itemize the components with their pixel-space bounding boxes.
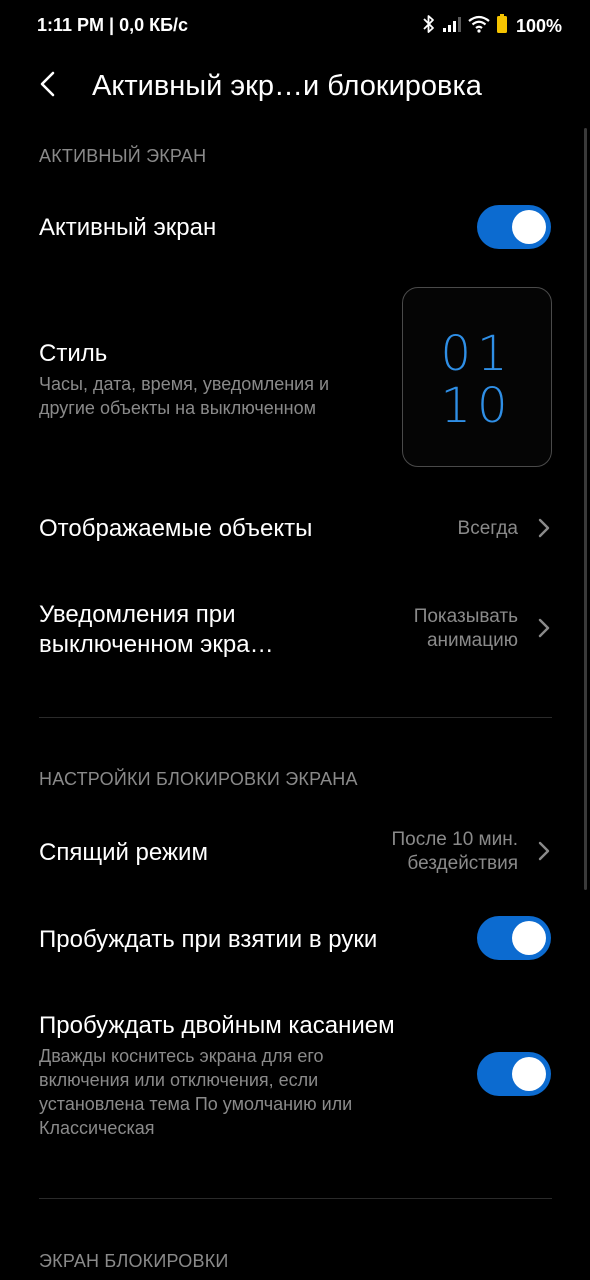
section-header-lock-settings: НАСТРОЙКИ БЛОКИРОВКИ ЭКРАНА — [39, 769, 358, 789]
aod-notifications-value-line2: анимацию — [426, 630, 518, 651]
back-arrow-icon — [38, 70, 58, 103]
aod-notifications-value-line1: Показывать — [413, 606, 518, 627]
double-tap-subtitle-line1: Дважды коснитесь экрана для его — [39, 1046, 324, 1066]
cellular-signal-icon — [442, 15, 462, 38]
page-title: Активный экр…и блокировка — [92, 70, 482, 102]
raise-to-wake-title: Пробуждать при взятии в руки — [39, 926, 378, 953]
chevron-right-icon — [538, 841, 550, 861]
double-tap-title: Пробуждать двойным касанием — [39, 1012, 395, 1039]
sleep-title: Спящий режим — [39, 839, 208, 866]
bluetooth-icon — [422, 14, 436, 39]
settings-screen: 1:11 PM | 0,0 КБ/с 100% Активный экр…и б… — [0, 0, 590, 1280]
section-divider — [39, 1198, 552, 1199]
toggle-knob — [512, 1057, 546, 1091]
style-subtitle-line2: другие объекты на выключенном — [39, 398, 316, 418]
chevron-right-icon — [538, 618, 550, 638]
sleep-value-line2: бездействия — [407, 853, 518, 874]
section-divider — [39, 717, 552, 718]
raise-to-wake-toggle[interactable] — [477, 916, 551, 960]
toggle-knob — [512, 921, 546, 955]
double-tap-subtitle-line4: Классическая — [39, 1118, 155, 1138]
back-button[interactable] — [30, 68, 66, 104]
aod-notifications-row[interactable]: Уведомления при выключенном экра… Показы… — [0, 594, 590, 664]
chevron-right-icon — [538, 518, 550, 538]
section-header-aod: АКТИВНЫЙ ЭКРАН — [39, 146, 207, 166]
status-time-speed: 1:11 PM | 0,0 КБ/с — [37, 15, 189, 35]
status-icons: 100% — [422, 13, 562, 39]
displayed-items-title: Отображаемые объекты — [39, 515, 313, 542]
double-tap-subtitle-line2: включения или отключения, если — [39, 1070, 319, 1090]
clock-style-preview[interactable]: 01 10 — [402, 287, 552, 467]
displayed-items-value: Всегда — [457, 518, 518, 539]
app-header: Активный экр…и блокировка — [0, 60, 590, 116]
raise-to-wake-row[interactable]: Пробуждать при взятии в руки — [0, 906, 590, 972]
aod-notifications-title-line2: выключенном экра… — [39, 631, 274, 658]
aod-row[interactable]: Активный экран — [0, 196, 590, 262]
status-bar: 1:11 PM | 0,0 КБ/с 100% — [0, 0, 590, 52]
aod-title: Активный экран — [39, 214, 217, 241]
sleep-row[interactable]: Спящий режим После 10 мин. бездействия — [0, 818, 590, 886]
preview-digits-bottom: 10 — [440, 378, 514, 434]
style-title: Стиль — [39, 340, 108, 367]
aod-toggle[interactable] — [477, 205, 551, 249]
battery-percent: 100% — [515, 15, 562, 36]
toggle-knob — [512, 210, 546, 244]
double-tap-toggle[interactable] — [477, 1052, 551, 1096]
style-subtitle-line1: Часы, дата, время, уведомления и — [39, 374, 330, 394]
wifi-icon — [468, 15, 490, 38]
sleep-value-line1: После 10 мин. — [391, 829, 518, 850]
displayed-items-row[interactable]: Отображаемые объекты Всегда — [0, 496, 590, 562]
aod-notifications-title-line1: Уведомления при — [39, 601, 236, 628]
section-header-lock-screen: ЭКРАН БЛОКИРОВКИ — [39, 1251, 229, 1271]
double-tap-row[interactable]: Пробуждать двойным касанием Дважды косни… — [0, 1000, 590, 1150]
double-tap-subtitle-line3: установлена тема По умолчанию или — [39, 1094, 353, 1114]
preview-digits-top: 01 — [440, 326, 514, 382]
battery-icon — [496, 13, 508, 39]
